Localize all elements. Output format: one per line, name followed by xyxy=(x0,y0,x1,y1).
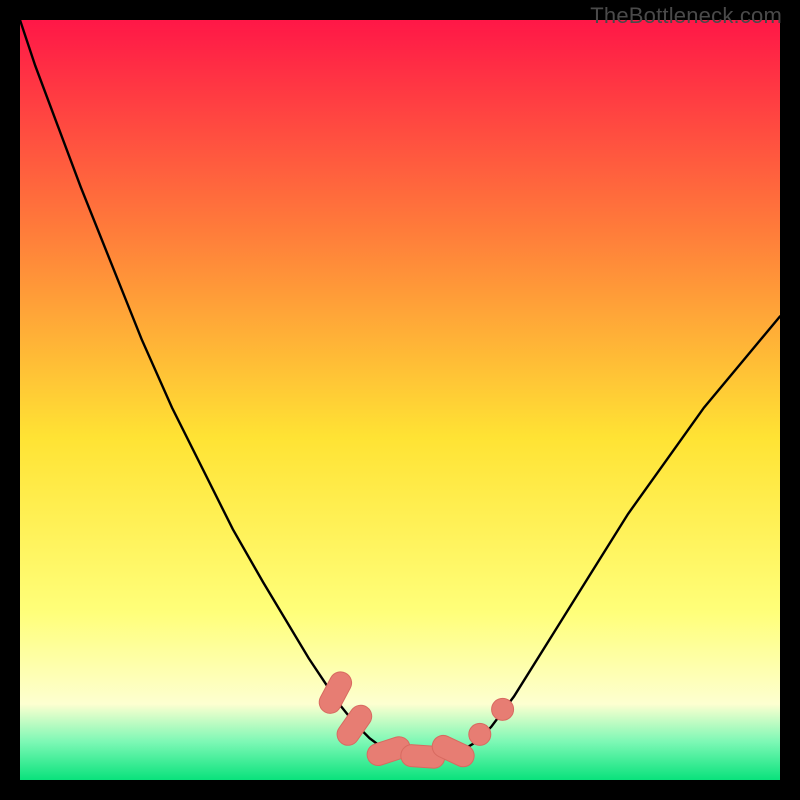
marker-dot xyxy=(469,723,491,745)
chart-frame: TheBottleneck.com xyxy=(0,0,800,800)
chart-svg xyxy=(20,20,780,780)
plot-area xyxy=(20,20,780,780)
gradient-background xyxy=(20,20,780,780)
marker-dot xyxy=(492,698,514,720)
watermark-text: TheBottleneck.com xyxy=(590,3,782,29)
